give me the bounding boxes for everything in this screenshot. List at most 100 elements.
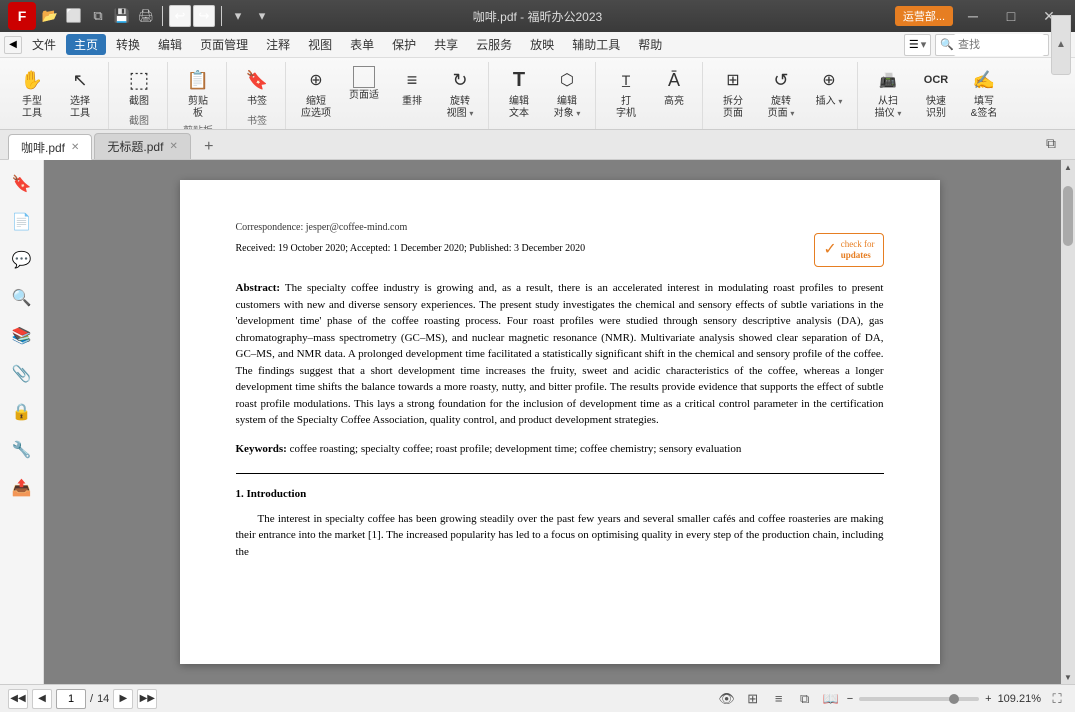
copy-icon[interactable]: ⧉ [88,6,108,26]
security-panel-button[interactable]: 🔒 [6,396,38,428]
menu-view[interactable]: 视图 [300,34,340,55]
grid-view-icon[interactable]: ⊞ [743,689,763,709]
scroll-thumb[interactable] [1063,186,1073,246]
menu-bar: ◀ 文件 主页 转换 编辑 页面管理 注释 视图 表单 保护 共享 云服务 放映… [0,32,1075,58]
reflow-button[interactable]: ≡ 重排 [390,64,434,110]
tab-add-button[interactable]: + [197,135,221,159]
clipboard-button[interactable]: 📋 剪贴板 [176,64,220,122]
insert-button[interactable]: ⊕ 插入 ▾ [807,64,851,110]
typewriter-button[interactable]: T̲ 打字机 [604,64,648,122]
save-icon[interactable]: 💾 [112,6,132,26]
search-mode-icon: ☰ [909,38,919,51]
intro-paragraph-1: The interest in specialty coffee has bee… [236,511,884,561]
ocr-button[interactable]: OCR 快速识别 [914,64,958,122]
pages-panel-button[interactable]: 📄 [6,206,38,238]
status-bar: ◀◀ ◀ / 14 ▶ ▶▶ 👁 ⊞ ≡ ⧉ 📖 − + 109.21% ⛶ [0,684,1075,712]
menu-home[interactable]: 主页 [66,34,106,55]
menu-cloud[interactable]: 云服务 [468,34,520,55]
fit-page-button[interactable]: 页面适 [342,64,386,104]
zoom-slider[interactable] [859,697,979,701]
export-panel-button[interactable]: 📤 [6,472,38,504]
scroll-track[interactable] [1063,176,1073,668]
maximize-button[interactable]: □ [993,4,1029,28]
nav-first-button[interactable]: ◀◀ [8,689,28,709]
bookmark-button[interactable]: 🔖 书签 [235,64,279,110]
redo-button[interactable]: ↪ [193,5,215,27]
open-file-icon[interactable]: 📂 [40,6,60,26]
nav-prev-button[interactable]: ◀ [32,689,52,709]
menu-present[interactable]: 放映 [522,34,562,55]
menu-file[interactable]: 文件 [24,34,64,55]
zoom-plus-button[interactable]: + [985,693,991,705]
select-tool-button[interactable]: ↖ 选择工具 [58,64,102,122]
menu-form[interactable]: 表单 [342,34,382,55]
menu-protect[interactable]: 保护 [384,34,424,55]
reading-mode-icon[interactable]: 📖 [821,689,841,709]
pdf-keywords: Keywords: coffee roasting; specialty cof… [236,441,884,458]
ribbon-search-input[interactable] [954,34,1044,56]
sign-button[interactable]: ✍ 填写&签名 [962,64,1006,122]
zoom-thumb[interactable] [949,694,959,704]
nav-last-button[interactable]: ▶▶ [137,689,157,709]
menu-annotation[interactable]: 注释 [258,34,298,55]
more-icon[interactable]: ▾ [252,6,272,26]
hand-tool-button[interactable]: ✋ 手型工具 [10,64,54,122]
menu-pagemanage[interactable]: 页面管理 [192,34,256,55]
zoom-button[interactable]: ⊕ 缩短应选项 [294,64,338,122]
new-file-icon[interactable]: ⬜ [64,6,84,26]
cloud-button[interactable]: 运营部... [895,6,953,26]
undo-button[interactable]: ↩ [169,5,191,27]
minimize-button[interactable]: ─ [955,4,991,28]
screenshot-button[interactable]: ⬚ 截图 [117,64,161,110]
menu-share[interactable]: 共享 [426,34,466,55]
menu-edit[interactable]: 编辑 [150,34,190,55]
search-mode-label[interactable]: ▾ [921,38,927,51]
abstract-label: Abstract: [236,282,281,294]
rotate-view-button[interactable]: ↻ 旋转视图 ▾ [438,64,482,122]
search-panel-button[interactable]: 🔍 [6,282,38,314]
scroll-down-arrow[interactable]: ▼ [1061,670,1075,684]
menu-assistive[interactable]: 辅助工具 [564,34,628,55]
nav-next-button[interactable]: ▶ [113,689,133,709]
rotate-page-button[interactable]: ↺ 旋转页面 ▾ [759,64,803,122]
two-page-icon[interactable]: ⧉ [795,689,815,709]
page-number-input[interactable] [56,689,86,709]
scan-button[interactable]: 📠 从扫描仪 ▾ [866,64,910,122]
pdf-divider [236,473,884,474]
status-right: 👁 ⊞ ≡ ⧉ 📖 − + 109.21% ⛶ [717,689,1067,709]
edit-obj-icon: ⬡ [553,66,581,94]
tools-panel-button[interactable]: 🔧 [6,434,38,466]
tab-untitled-close[interactable]: ✕ [169,141,177,152]
quick-access-icon[interactable]: ▾ [228,6,248,26]
layers-panel-button[interactable]: 📚 [6,320,38,352]
tab-coffee-close[interactable]: ✕ [71,142,79,153]
check-badge-line2: updates [841,250,875,261]
continuous-view-icon[interactable]: ≡ [769,689,789,709]
highlight-button[interactable]: Ā 高亮 [652,64,696,110]
edit-text-button[interactable]: T 编辑文本 [497,64,541,122]
tab-panel-icon[interactable]: ⧉ [1035,127,1067,159]
view-mode-icon[interactable]: 👁 [717,689,737,709]
zoom-minus-button[interactable]: − [847,693,853,705]
fullscreen-icon[interactable]: ⛶ [1047,689,1067,709]
print-icon[interactable]: 🖨 [136,6,156,26]
tab-untitled[interactable]: 无标题.pdf ✕ [94,133,190,159]
app-logo: F [8,2,36,30]
tab-coffee[interactable]: 咖啡.pdf ✕ [8,134,92,160]
scroll-up-arrow[interactable]: ▲ [1061,160,1075,174]
menu-convert[interactable]: 转换 [108,34,148,55]
ribbon-expand-button[interactable]: ▲ [1051,15,1071,75]
window-title: 咖啡.pdf - 福昕办公2023 [473,8,602,25]
attach-panel-button[interactable]: 📎 [6,358,38,390]
zoom-icon: ⊕ [302,66,330,94]
clipboard-label: 剪贴板 [188,96,208,120]
select-tool-icon: ↖ [66,66,94,94]
pdf-viewer-area: Correspondence: jesper@coffee-mind.com R… [44,160,1075,684]
split-page-button[interactable]: ⊞ 拆分页面 [711,64,755,122]
bookmark-panel-button[interactable]: 🔖 [6,168,38,200]
menu-help[interactable]: 帮助 [630,34,670,55]
comment-panel-button[interactable]: 💬 [6,244,38,276]
hand-tool-label: 手型工具 [22,96,42,120]
back-button[interactable]: ◀ [4,36,22,54]
edit-obj-button[interactable]: ⬡ 编辑对象 ▾ [545,64,589,122]
